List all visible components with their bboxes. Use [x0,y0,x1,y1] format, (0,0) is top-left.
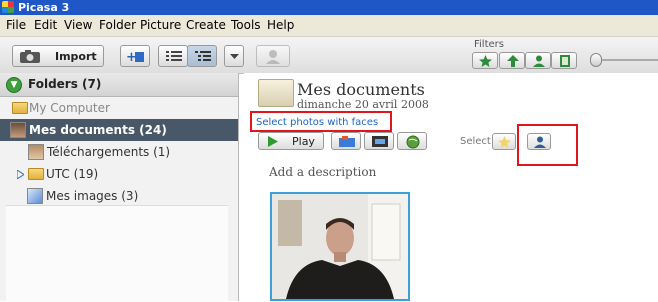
folder-icon [258,79,294,107]
sidebar-item-label: My Computer [29,101,110,115]
menu-tools[interactable]: Tools [231,18,261,32]
folder-icon [12,102,28,114]
tree-view-icon [195,51,211,61]
folder-title: Mes documents [297,80,425,99]
person-icon [266,50,280,64]
tree-view-button[interactable] [187,45,217,67]
import-button[interactable]: Import [12,45,104,67]
menu-folder[interactable]: Folder [99,18,136,32]
sidebar-empty-area [6,205,228,302]
play-slideshow-button[interactable]: Play [258,132,324,150]
folder-thumb-icon [28,144,44,160]
filter-uploaded-button[interactable] [499,52,525,69]
picasa-logo-icon [2,1,14,13]
folder-sidebar: ▼ Folders (7) My Computer Mes documents … [0,73,239,302]
highlight-box-faces-button [517,124,578,166]
sidebar-item-utc[interactable]: UTC (19) [0,163,238,185]
sidebar-item-my-computer[interactable]: My Computer [0,97,238,119]
folder-icon [28,168,44,180]
expand-arrow-icon[interactable] [17,170,24,179]
add-to-album-button[interactable]: + [120,45,150,67]
menu-picture[interactable]: Picture [140,18,181,32]
chevron-down-icon [230,54,239,59]
filter-movies-button[interactable] [551,52,577,69]
filters-label: Filters [474,39,504,50]
play-label: Play [292,135,315,148]
camera-icon [20,50,40,63]
face-thumb-icon [10,122,26,138]
add-album-icon: + [126,50,144,64]
window-title-bar: Picasa 3 [0,0,658,15]
folders-header[interactable]: ▼ Folders (7) [0,73,238,97]
view-dropdown-button[interactable] [224,45,244,67]
select-label: Select [460,136,491,147]
edit-collage-button[interactable] [331,132,361,150]
menu-bar: File Edit View Folder Picture Create Too… [0,15,658,37]
geotag-button[interactable] [397,132,427,150]
sidebar-item-label: Téléchargements (1) [47,145,171,159]
filter-slider-track[interactable] [600,59,658,61]
play-icon [268,136,278,147]
window-title: Picasa 3 [18,1,70,14]
menu-view[interactable]: View [64,18,92,32]
photo-thumbnail[interactable] [270,192,410,301]
menu-edit[interactable]: Edit [34,18,57,32]
folders-header-label: Folders (7) [28,77,102,91]
folder-content: Mes documents dimanche 20 avril 2008 Sel… [244,73,658,301]
list-view-icon [166,51,182,61]
highlight-box-hint [250,111,392,132]
menu-help[interactable]: Help [267,18,294,32]
filter-slider-handle[interactable] [590,53,602,67]
collapse-icon[interactable]: ▼ [6,77,22,93]
main-toolbar: Import + Filters [0,37,658,74]
sidebar-item-mes-documents[interactable]: Mes documents (24) [0,119,238,141]
film-icon [560,55,570,67]
list-view-button[interactable] [158,45,188,67]
make-movie-button[interactable] [364,132,394,150]
sidebar-item-label: Mes images (3) [46,189,139,203]
menu-file[interactable]: File [6,18,26,32]
sidebar-item-label: UTC (19) [46,167,99,181]
film-icon [372,136,388,147]
person-icon [533,55,545,67]
collage-icon [339,136,355,147]
add-description-field[interactable]: Add a description [269,165,376,179]
folder-date: dimanche 20 avril 2008 [297,98,429,111]
import-label: Import [55,50,97,63]
sidebar-item-mes-images[interactable]: Mes images (3) [0,185,238,207]
portrait-photo [272,194,408,299]
sidebar-item-telechargements[interactable]: Téléchargements (1) [0,141,238,163]
menu-create[interactable]: Create [186,18,226,32]
star-icon [479,55,492,67]
star-icon [498,136,511,148]
people-button[interactable] [256,45,290,67]
globe-icon [406,135,420,149]
upload-arrow-icon [507,55,519,67]
sidebar-item-label: Mes documents (24) [29,123,167,137]
filter-faces-button[interactable] [525,52,551,69]
filter-starred-button[interactable] [472,52,498,69]
images-icon [27,188,43,204]
select-starred-button[interactable] [492,133,516,150]
